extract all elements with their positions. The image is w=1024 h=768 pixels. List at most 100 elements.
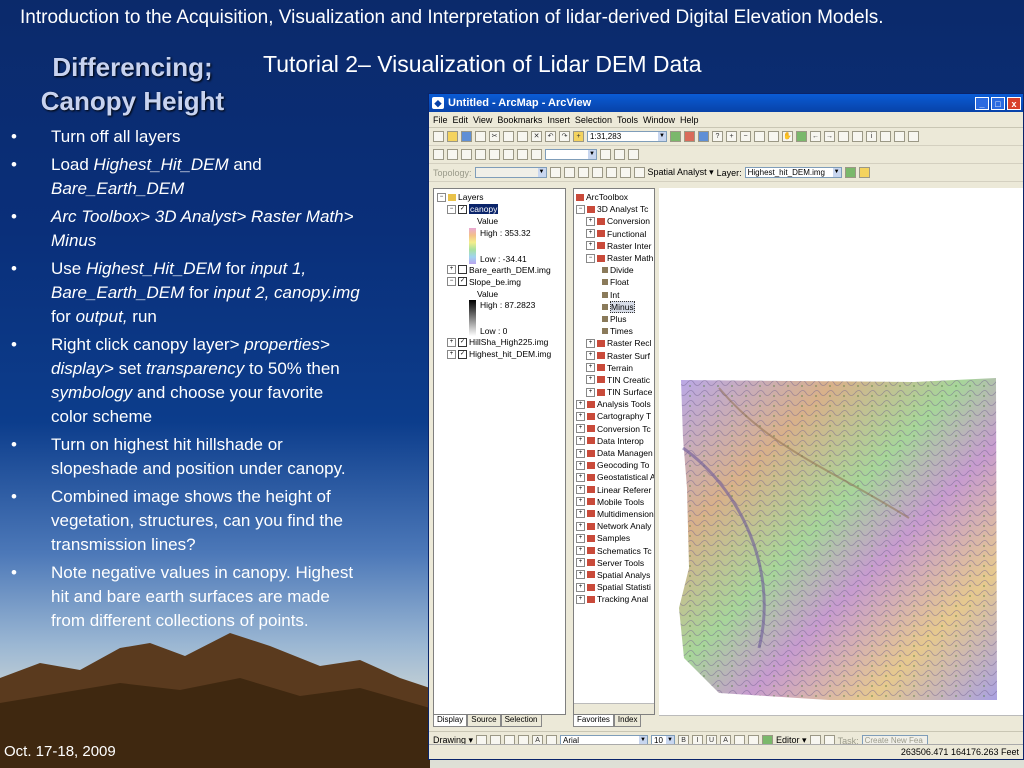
expand-icon[interactable]: +: [576, 436, 585, 446]
hyperlink-icon[interactable]: [908, 131, 919, 142]
menu-edit[interactable]: Edit: [453, 115, 469, 125]
toggle-draft-icon[interactable]: [600, 149, 611, 160]
contour-icon[interactable]: [858, 167, 870, 178]
expand-icon[interactable]: +: [576, 509, 585, 519]
toc-layer-bare-earth[interactable]: + Bare_earth_DEM.img: [437, 264, 565, 276]
layer-combo[interactable]: Highest_hit_DEM.img ▼: [744, 167, 842, 178]
toolbox-item[interactable]: + Geostatistical A: [576, 471, 654, 483]
toolbox-item[interactable]: + Conversion Tc: [576, 423, 654, 435]
expand-icon[interactable]: +: [576, 424, 585, 434]
menu-bookmarks[interactable]: Bookmarks: [497, 115, 542, 125]
expand-icon[interactable]: +: [447, 265, 456, 275]
zoom-whole-page-icon[interactable]: [475, 149, 486, 160]
full-extent-icon[interactable]: [796, 131, 807, 142]
menu-view[interactable]: View: [473, 115, 492, 125]
toc-layer-highest-hit[interactable]: + ✓ Highest_hit_DEM.img: [437, 348, 565, 360]
spatial-analyst-menu[interactable]: Spatial Analyst ▾: [648, 167, 714, 178]
layout-zoom-combo[interactable]: ▼: [545, 149, 597, 160]
expand-icon[interactable]: +: [586, 387, 595, 397]
collapse-icon[interactable]: −: [437, 192, 446, 202]
map-scrollbar[interactable]: [659, 715, 1023, 726]
expand-icon[interactable]: +: [576, 411, 585, 421]
zoom-100-icon[interactable]: [489, 149, 500, 160]
whats-this-icon[interactable]: ?: [712, 131, 723, 142]
toolbox-item[interactable]: + Mobile Tools: [576, 496, 654, 508]
collapse-icon[interactable]: −: [447, 204, 456, 214]
layout-back-icon[interactable]: [517, 149, 528, 160]
select-elements-icon[interactable]: [852, 131, 863, 142]
print-icon[interactable]: [475, 131, 486, 142]
toolbox-item[interactable]: + Raster Inter: [576, 240, 654, 252]
tab-source[interactable]: Source: [467, 715, 501, 727]
toc-root[interactable]: − Layers: [437, 191, 565, 203]
close-button[interactable]: x: [1007, 96, 1021, 110]
command-line-icon[interactable]: [698, 131, 709, 142]
layout-zoom-out-icon[interactable]: [447, 149, 458, 160]
histogram-icon[interactable]: [844, 167, 856, 178]
toolbox-item[interactable]: + Geocoding To: [576, 459, 654, 471]
zoom-out-icon[interactable]: −: [740, 131, 751, 142]
expand-icon[interactable]: +: [447, 337, 456, 347]
toolbox-item[interactable]: Float: [576, 276, 654, 288]
checkbox-checked-icon[interactable]: ✓: [458, 349, 467, 359]
topology-combo[interactable]: ▼: [474, 167, 547, 178]
expand-icon[interactable]: +: [586, 351, 595, 361]
expand-icon[interactable]: +: [576, 558, 585, 568]
expand-icon[interactable]: +: [576, 497, 585, 507]
arctoolbox-icon[interactable]: [684, 131, 695, 142]
menu-insert[interactable]: Insert: [547, 115, 570, 125]
toc-layer-canopy[interactable]: − ✓ canopy: [437, 203, 565, 215]
toolbox-root[interactable]: ArcToolbox: [576, 191, 654, 203]
topology-inspector-icon[interactable]: [605, 167, 617, 178]
paste-icon[interactable]: [517, 131, 528, 142]
expand-icon[interactable]: +: [576, 460, 585, 470]
expand-icon[interactable]: +: [576, 582, 585, 592]
expand-icon[interactable]: +: [576, 594, 585, 604]
topology-extra-icon[interactable]: [633, 167, 645, 178]
expand-icon[interactable]: +: [586, 375, 595, 385]
layout-pan-icon[interactable]: [461, 149, 472, 160]
toolbox-item[interactable]: + Samples: [576, 532, 654, 544]
expand-icon[interactable]: +: [586, 338, 595, 348]
collapse-icon[interactable]: −: [586, 253, 595, 263]
toolbox-item[interactable]: Minus: [576, 300, 654, 313]
select-features-icon[interactable]: [838, 131, 849, 142]
toolbox-item[interactable]: + Spatial Analys: [576, 569, 654, 581]
scale-combo[interactable]: 1:31,283 ▼: [587, 131, 667, 142]
toolbox-item[interactable]: + Raster Surf: [576, 349, 654, 361]
collapse-icon[interactable]: −: [447, 277, 456, 287]
toolbox-item[interactable]: + Data Managen: [576, 447, 654, 459]
save-icon[interactable]: [461, 131, 472, 142]
toolbox-item[interactable]: − 3D Analyst Tc: [576, 203, 654, 215]
layout-zoom-in-icon[interactable]: [433, 149, 444, 160]
toc-layer-slope[interactable]: − ✓ Slope_be.img: [437, 276, 565, 288]
expand-icon[interactable]: +: [576, 521, 585, 531]
toc-layer-hillshade[interactable]: + ✓ HillSha_High225.img: [437, 336, 565, 348]
layout-fixed-zoom-icon[interactable]: [503, 149, 514, 160]
map-display[interactable]: [659, 188, 1023, 715]
toolbox-item[interactable]: + Spatial Statisti: [576, 581, 654, 593]
menu-help[interactable]: Help: [680, 115, 699, 125]
toolbox-item[interactable]: + TIN Creatic: [576, 374, 654, 386]
toolbox-item[interactable]: Divide: [576, 264, 654, 276]
expand-icon[interactable]: +: [586, 363, 595, 373]
change-layout-icon[interactable]: [628, 149, 639, 160]
toolbox-item[interactable]: + Raster Recl: [576, 337, 654, 349]
toolbox-item[interactable]: Plus: [576, 313, 654, 325]
expand-icon[interactable]: +: [586, 229, 595, 239]
toolbox-item[interactable]: Int: [576, 289, 654, 301]
menu-file[interactable]: File: [433, 115, 448, 125]
toolbox-item[interactable]: + Schematics Tc: [576, 544, 654, 556]
new-icon[interactable]: [433, 131, 444, 142]
topology-fix-icon[interactable]: [577, 167, 589, 178]
toolbox-item[interactable]: + Conversion: [576, 215, 654, 227]
toolbox-item[interactable]: Times: [576, 325, 654, 337]
expand-icon[interactable]: +: [576, 399, 585, 409]
toolbox-item[interactable]: + Functional: [576, 228, 654, 240]
tab-index[interactable]: Index: [613, 715, 642, 727]
checkbox-checked-icon[interactable]: ✓: [458, 337, 467, 347]
window-titlebar[interactable]: ◆ Untitled - ArcMap - ArcView _ □ x: [429, 94, 1023, 112]
expand-icon[interactable]: +: [576, 448, 585, 458]
toolbox-scrollbar[interactable]: [574, 703, 654, 714]
add-data-icon[interactable]: +: [573, 131, 584, 142]
